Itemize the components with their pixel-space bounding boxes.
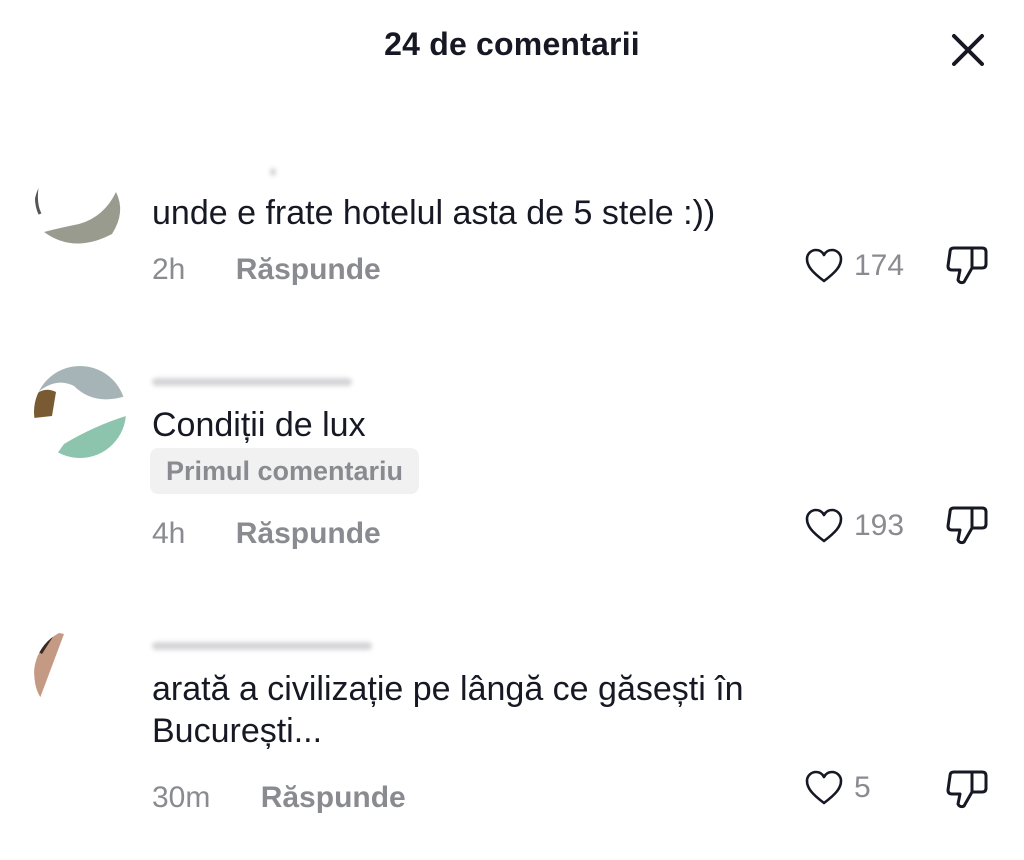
avatar-image (34, 366, 126, 458)
comment-text: Condiții de lux (152, 406, 366, 444)
like-count: 5 (854, 771, 871, 804)
like-button[interactable]: 174 (804, 244, 904, 288)
username-redacted (152, 642, 372, 650)
comment-text: unde e frate hotelul asta de 5 stele :)) (152, 194, 716, 232)
dislike-button[interactable] (944, 242, 990, 288)
dislike-button[interactable] (944, 502, 990, 548)
comments-sheet: 24 de comentarii unde e frate hotelul as… (0, 0, 1024, 860)
username-redacted (270, 168, 276, 176)
thumbs-down-icon (946, 770, 988, 809)
avatar[interactable] (34, 162, 126, 254)
comment-time: 2h (152, 253, 186, 286)
first-comment-badge: Primul comentariu (150, 448, 420, 494)
comment-time: 30m (152, 781, 211, 814)
comment-meta: 2h Răspunde (152, 252, 381, 288)
thumbs-down-icon (946, 246, 988, 285)
comment-time: 4h (152, 517, 186, 550)
reply-button[interactable]: Răspunde (236, 516, 381, 552)
close-icon (952, 34, 984, 66)
username-redacted (152, 378, 352, 386)
avatar[interactable] (34, 628, 126, 720)
thumbs-down-icon (946, 506, 988, 545)
avatar[interactable] (34, 366, 126, 458)
comment-meta: 30m Răspunde (152, 780, 406, 816)
like-count: 193 (854, 509, 905, 542)
dislike-button[interactable] (944, 766, 990, 812)
comment-meta: 4h Răspunde (152, 516, 381, 552)
heart-outline-icon (805, 508, 843, 543)
reply-button[interactable]: Răspunde (261, 780, 406, 816)
like-button[interactable]: 5 (804, 766, 871, 810)
close-button[interactable] (946, 28, 990, 72)
comments-count-title: 24 de comentarii (384, 26, 640, 62)
like-button[interactable]: 193 (804, 504, 904, 548)
avatar-image (34, 628, 126, 720)
avatar-image (34, 162, 126, 254)
like-count: 174 (854, 249, 905, 282)
heart-outline-icon (805, 770, 843, 805)
reply-button[interactable]: Răspunde (236, 252, 381, 288)
comment-text: arată a civilizație pe lângă ce găsești … (152, 670, 744, 750)
heart-outline-icon (805, 248, 843, 283)
